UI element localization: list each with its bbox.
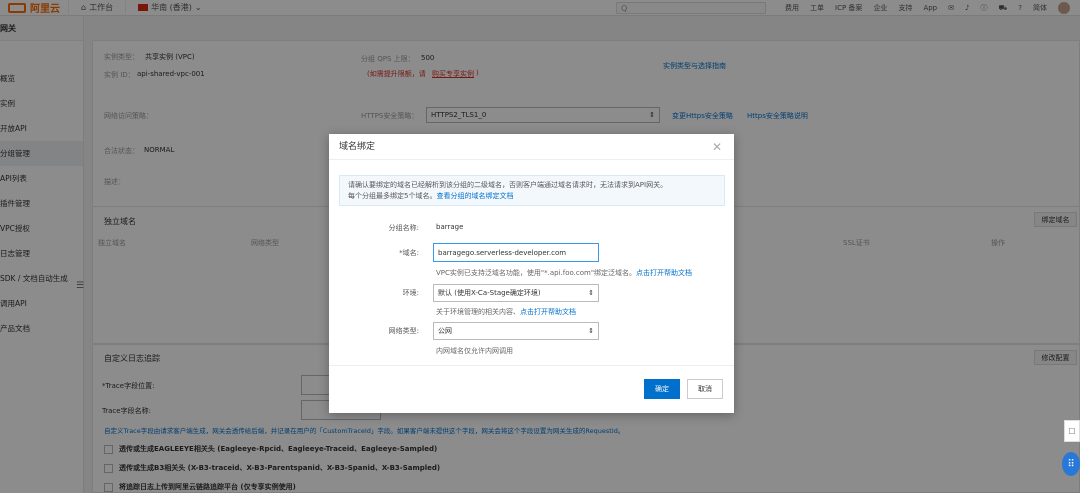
dialog-notice: 请确认要绑定的域名已经解析到该分组的二级域名，否则客户端通过域名请求时，无法请求… — [339, 175, 725, 206]
select-arrow-icon: ⇕ — [588, 327, 594, 335]
notice-line-1: 请确认要绑定的域名已经解析到该分组的二级域名，否则客户端通过域名请求时，无法请求… — [348, 181, 668, 189]
net-type-value: 公网 — [438, 327, 452, 335]
domain-input[interactable]: barragego.serverless-developer.com — [433, 243, 599, 262]
bind-domain-dialog: 域名绑定 ✕ 请确认要绑定的域名已经解析到该分组的二级域名，否则客户端通过域名请… — [329, 134, 734, 413]
dialog-title: 域名绑定 — [329, 134, 734, 160]
domain-input-value: barragego.serverless-developer.com — [438, 248, 567, 257]
notice-line-2: 每个分组最多绑定5个域名。 — [348, 192, 437, 200]
domain-help-text: VPC实例已支持泛域名功能，使用"*.api.foo.com"绑定泛域名。 — [436, 269, 637, 277]
domain-label: *域名: — [399, 249, 419, 257]
domain-help: VPC实例已支持泛域名功能，使用"*.api.foo.com"绑定泛域名。点击打… — [436, 268, 692, 278]
env-help-link[interactable]: 点击打开帮助文档 — [520, 308, 576, 316]
env-select[interactable]: 默认 (使用X-Ca-Stage确定环境) ⇕ — [433, 284, 599, 302]
env-label: 环境: — [402, 289, 419, 297]
confirm-button[interactable]: 确定 — [644, 379, 680, 399]
net-type-label: 网络类型: — [388, 327, 419, 335]
net-type-help: 内网域名仅允许内网调用 — [436, 347, 513, 355]
apps-grid-icon[interactable]: ⠿ — [1062, 452, 1080, 476]
net-type-select[interactable]: 公网 ⇕ — [433, 322, 599, 340]
env-help-text: 关于环境管理的相关内容、 — [436, 308, 520, 316]
domain-help-link[interactable]: 点击打开帮助文档 — [636, 269, 692, 277]
env-select-value: 默认 (使用X-Ca-Stage确定环境) — [438, 289, 541, 297]
group-name-value: barrage — [436, 223, 464, 231]
env-help: 关于环境管理的相关内容、点击打开帮助文档 — [436, 307, 576, 317]
close-icon[interactable]: ✕ — [712, 140, 722, 154]
cancel-button[interactable]: 取消 — [687, 379, 723, 399]
group-name-label: 分组名称: — [388, 224, 419, 232]
chat-icon[interactable]: ☐ — [1064, 420, 1080, 442]
notice-doc-link[interactable]: 查看分组的域名绑定文档 — [436, 192, 513, 200]
select-arrow-icon: ⇕ — [588, 289, 594, 297]
